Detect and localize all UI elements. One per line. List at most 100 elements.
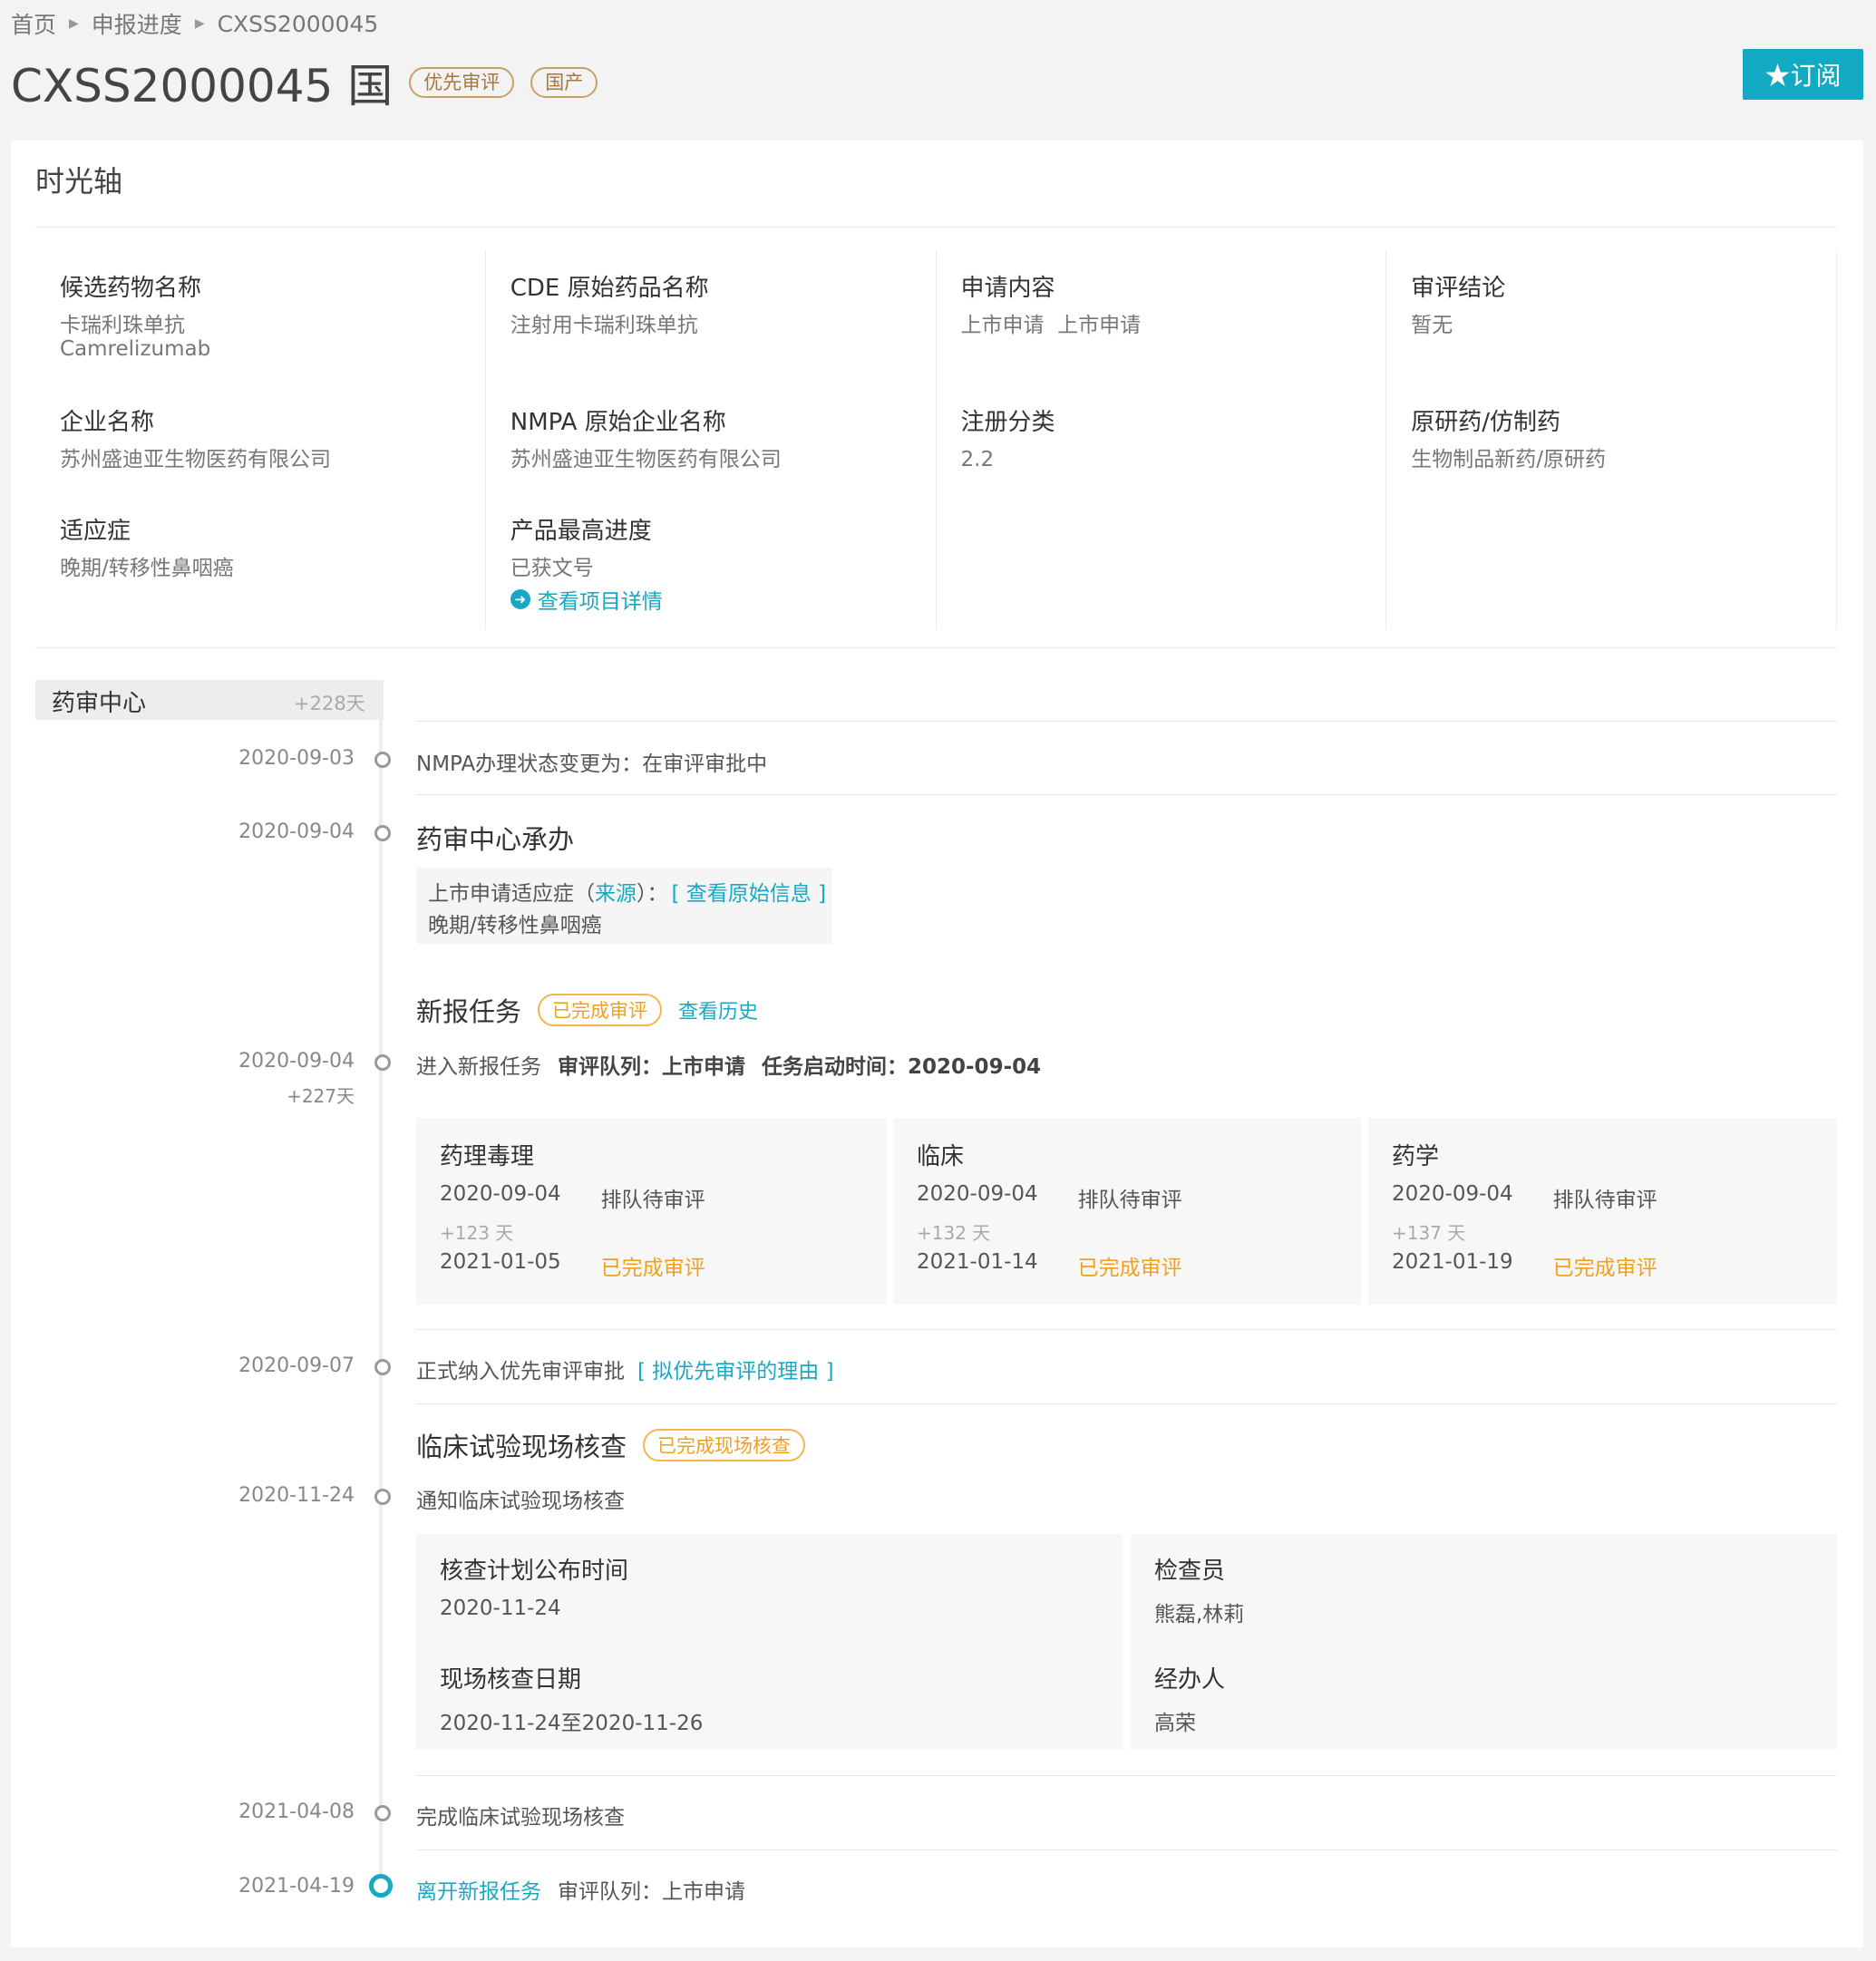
- conclusion-label: 审评结论: [1411, 275, 1506, 302]
- original-generic-label: 原研药/仿制药: [1411, 409, 1561, 436]
- candidate-label: 候选药物名称: [60, 275, 202, 302]
- breadcrumb-current: CXSS2000045: [217, 10, 379, 37]
- review-end-status: 已完成审评: [1552, 1257, 1657, 1280]
- timeline-dot: [374, 752, 391, 768]
- source-prefix: 上市申请适应症（: [428, 882, 595, 906]
- apply-value: 上市申请 上市申请: [960, 314, 1142, 337]
- info-col-3: 申请内容 上市申请 上市申请 注册分类 2.2: [937, 249, 1387, 630]
- event-text: NMPA办理状态变更为：在审评审批中: [416, 752, 768, 776]
- subscribe-button[interactable]: ★订阅: [1743, 49, 1863, 100]
- tag-domestic: 国产: [530, 67, 598, 98]
- breadcrumb-home[interactable]: 首页: [11, 7, 56, 40]
- apply-label: 申请内容: [960, 275, 1055, 302]
- review-days: +123 天: [440, 1222, 514, 1244]
- event-text: 完成临床试验现场核查: [416, 1806, 625, 1830]
- review-days: +132 天: [917, 1222, 991, 1244]
- priority-row: 正式纳入优先审评审批 [ 拟优先审评的理由 ]: [416, 1354, 834, 1384]
- plan-label: 核查计划公布时间: [440, 1558, 629, 1585]
- source-link[interactable]: 来源: [595, 876, 637, 907]
- view-history-link[interactable]: 查看历史: [678, 995, 758, 1024]
- original-generic-value: 生物制品新药/原研药: [1411, 448, 1606, 471]
- divider: [416, 1849, 1837, 1850]
- chevron-right-icon: ▶: [194, 16, 205, 31]
- plan-field: 核查计划公布时间 2020-11-24: [440, 1552, 628, 1620]
- project-detail-label: 查看项目详情: [537, 590, 663, 614]
- project-detail-link[interactable]: ➜ 查看项目详情: [510, 584, 663, 615]
- stage-days: +228天: [294, 693, 365, 714]
- indication-value: 晚期/转移性鼻咽癌: [428, 914, 602, 937]
- cde-value: 注射用卡瑞利珠单抗: [510, 314, 698, 337]
- breadcrumb: 首页 ▶ 申报进度 ▶ CXSS2000045: [11, 7, 378, 40]
- leave-task-queue: 审评队列：上市申请: [558, 1880, 745, 1904]
- event-date: 2020-11-24: [238, 1484, 355, 1507]
- indication-source-row: 上市申请适应症（ 来源 ）： [ 查看原始信息 ]: [428, 876, 826, 907]
- candidate-en: Camrelizumab: [60, 337, 211, 361]
- priority-reason-link[interactable]: [ 拟优先审评的理由 ]: [637, 1354, 834, 1384]
- card-title: 时光轴: [35, 164, 123, 199]
- progress-value: 已获文号: [510, 557, 594, 580]
- info-grid: 候选药物名称 卡瑞利珠单抗 Camrelizumab 企业名称 苏州盛迪亚生物医…: [35, 249, 1837, 630]
- leave-task-link[interactable]: 离开新报任务: [416, 1874, 541, 1905]
- event-text: 通知临床试验现场核查: [416, 1490, 625, 1513]
- handler-value: 高荣: [1154, 1712, 1196, 1735]
- inspection-heading-row: 临床试验现场核查 已完成现场核查: [416, 1426, 806, 1464]
- breadcrumb-progress[interactable]: 申报进度: [92, 7, 182, 40]
- review-end-date: 2021-01-19: [1392, 1250, 1513, 1274]
- divider: [416, 794, 1837, 795]
- stage-name: 药审中心: [52, 690, 147, 717]
- task-heading: 新报任务: [416, 996, 522, 1027]
- company-value: 苏州盛迪亚生物医药有限公司: [60, 448, 331, 471]
- divider: [416, 1403, 1837, 1404]
- event-date: 2021-04-08: [238, 1801, 355, 1823]
- inspection-status-pill: 已完成现场核查: [643, 1429, 806, 1461]
- divider: [416, 721, 1837, 722]
- inspection-heading: 临床试验现场核查: [416, 1432, 627, 1462]
- view-original-link[interactable]: [ 查看原始信息 ]: [672, 876, 827, 907]
- event-date: 2020-09-03: [238, 747, 355, 770]
- divider: [35, 647, 1837, 648]
- task-status-pill: 已完成审评: [538, 994, 663, 1026]
- divider: [416, 1775, 1837, 1776]
- priority-text: 正式纳入优先审评审批: [416, 1360, 625, 1383]
- event-date: 2020-09-04: [238, 1050, 355, 1073]
- task-heading-row: 新报任务 已完成审评 查看历史: [416, 991, 758, 1029]
- nmpa-value: 苏州盛迪亚生物医药有限公司: [510, 448, 782, 471]
- site-value: 2020-11-24至2020-11-26: [440, 1712, 704, 1735]
- reg-class-value: 2.2: [960, 448, 995, 471]
- inspector-value: 熊磊,林莉: [1154, 1603, 1245, 1626]
- arrow-right-circle-icon: ➜: [510, 589, 530, 609]
- event-date: 2020-09-04: [238, 820, 355, 843]
- reg-class-label: 注册分类: [960, 409, 1055, 436]
- site-field: 现场核查日期 2020-11-24至2020-11-26: [440, 1661, 703, 1736]
- event-date: 2020-09-07: [238, 1354, 355, 1377]
- event-date: 2021-04-19: [238, 1875, 355, 1898]
- event-days: +227天: [287, 1085, 355, 1107]
- page-title-row: CXSS2000045 国 优先审评 国产: [11, 50, 598, 115]
- cde-label: CDE 原始药品名称: [510, 275, 709, 302]
- timeline-dot: [374, 1359, 391, 1375]
- inspector-field: 检查员 熊磊,林莉: [1154, 1552, 1244, 1627]
- review-name: 药理毒理: [440, 1143, 535, 1170]
- nmpa-label: NMPA 原始企业名称: [510, 409, 726, 436]
- site-label: 现场核查日期: [440, 1666, 582, 1694]
- review-pharmacy: 药学 2020-09-04 排队待审评 +137 天 2021-01-19 已完成审…: [1392, 1138, 1657, 1281]
- task-queue: 审评队列：上市申请: [558, 1055, 745, 1079]
- indication-link[interactable]: 晚期/转移性鼻咽癌: [60, 555, 234, 582]
- review-clinical: 临床 2020-09-04 排队待审评 +132 天 2021-01-14 已完成审…: [917, 1138, 1182, 1281]
- review-name: 药学: [1392, 1143, 1440, 1170]
- review-start-date: 2020-09-04: [917, 1182, 1038, 1206]
- task-start-time: 任务启动时间：2020-09-04: [762, 1055, 1042, 1079]
- info-col-2: CDE 原始药品名称 注射用卡瑞利珠单抗 NMPA 原始企业名称 苏州盛迪亚生物…: [486, 249, 937, 630]
- page-title: CXSS2000045 国: [11, 60, 394, 112]
- timeline-dot: [374, 1054, 391, 1071]
- info-col-1: 候选药物名称 卡瑞利珠单抗 Camrelizumab 企业名称 苏州盛迪亚生物医…: [35, 249, 486, 630]
- info-col-4: 审评结论 暂无 原研药/仿制药 生物制品新药/原研药: [1386, 249, 1837, 630]
- company-label: 企业名称: [60, 409, 155, 436]
- timeline-line: [379, 720, 383, 1889]
- review-name: 临床: [917, 1143, 965, 1170]
- conclusion-value: 暂无: [1411, 314, 1453, 337]
- source-mid: ）：: [637, 882, 668, 906]
- task-entry-row: 进入新报任务 审评队列：上市申请 任务启动时间：2020-09-04: [416, 1049, 1041, 1080]
- tag-priority-review: 优先审评: [409, 67, 515, 98]
- event-heading: 药审中心承办: [416, 824, 575, 855]
